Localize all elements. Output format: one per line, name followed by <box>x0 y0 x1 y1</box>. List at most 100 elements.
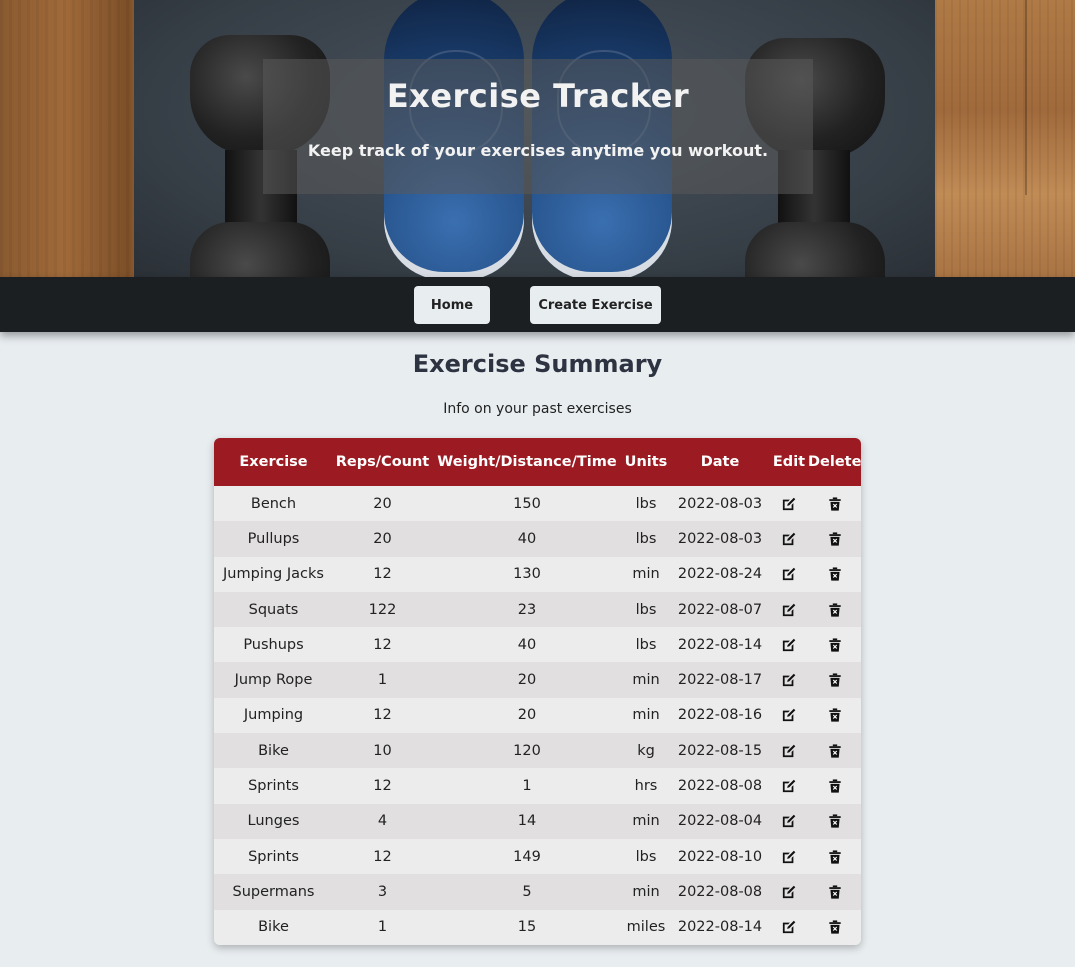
cell-reps: 20 <box>333 486 432 522</box>
cell-weight: 40 <box>432 627 622 663</box>
cell-delete <box>808 838 861 875</box>
page-title: Exercise Tracker <box>386 77 690 115</box>
cell-date: 2022-08-17 <box>670 662 770 698</box>
cell-reps: 20 <box>333 521 432 557</box>
cell-delete <box>808 591 861 628</box>
edit-icon[interactable] <box>782 814 796 828</box>
cell-weight: 120 <box>432 733 622 769</box>
cell-delete <box>808 909 861 945</box>
edit-icon[interactable] <box>782 497 796 511</box>
hero-panel: Exercise Tracker Keep track of your exer… <box>263 59 813 194</box>
trash-icon[interactable] <box>828 708 842 722</box>
cell-exercise: Bike <box>214 909 333 945</box>
cell-reps: 12 <box>333 838 432 875</box>
edit-icon[interactable] <box>782 532 796 546</box>
trash-icon[interactable] <box>828 602 842 617</box>
edit-icon[interactable] <box>782 885 796 899</box>
trash-icon[interactable] <box>828 567 842 581</box>
trash-icon[interactable] <box>828 920 842 934</box>
cell-edit <box>770 733 808 769</box>
cell-units: min <box>622 874 670 910</box>
column-header-weight: Weight/Distance/Time <box>432 438 622 486</box>
cell-delete <box>808 697 861 734</box>
cell-edit <box>770 627 808 663</box>
trash-icon[interactable] <box>828 638 842 652</box>
cell-date: 2022-08-03 <box>670 521 770 557</box>
cell-edit <box>770 768 808 804</box>
column-header-delete: Delete <box>808 438 861 486</box>
create-exercise-button[interactable]: Create Exercise <box>530 286 661 324</box>
table-row: Jumping 12 20 min 2022-08-16 <box>214 697 861 734</box>
trash-icon[interactable] <box>828 532 842 546</box>
cell-exercise: Bench <box>214 486 333 522</box>
edit-icon[interactable] <box>782 744 796 758</box>
table-row: Pullups 20 40 lbs 2022-08-03 <box>214 521 861 557</box>
cell-units: miles <box>622 909 670 945</box>
table-header-row: Exercise Reps/Count Weight/Distance/Time… <box>214 438 861 486</box>
cell-edit <box>770 591 808 628</box>
table-row: Bench 20 150 lbs 2022-08-03 <box>214 486 861 522</box>
column-header-edit: Edit <box>770 438 808 486</box>
cell-date: 2022-08-10 <box>670 838 770 875</box>
cell-delete <box>808 768 861 804</box>
column-header-date: Date <box>670 438 770 486</box>
edit-icon[interactable] <box>782 567 796 581</box>
cell-delete <box>808 803 861 839</box>
cell-reps: 4 <box>333 803 432 839</box>
cell-date: 2022-08-16 <box>670 697 770 734</box>
trash-icon[interactable] <box>828 779 842 793</box>
cell-weight: 15 <box>432 909 622 945</box>
home-button[interactable]: Home <box>414 286 490 324</box>
edit-icon[interactable] <box>782 603 796 617</box>
table-row: Pushups 12 40 lbs 2022-08-14 <box>214 627 861 663</box>
cell-reps: 12 <box>333 627 432 663</box>
column-header-reps: Reps/Count <box>333 438 432 486</box>
cell-date: 2022-08-15 <box>670 733 770 769</box>
cell-delete <box>808 874 861 910</box>
edit-icon[interactable] <box>782 850 796 864</box>
cell-exercise: Sprints <box>214 838 333 875</box>
cell-weight: 23 <box>432 591 622 628</box>
cell-weight: 14 <box>432 803 622 839</box>
cell-date: 2022-08-14 <box>670 627 770 663</box>
table-row: Lunges 4 14 min 2022-08-04 <box>214 803 861 839</box>
edit-icon[interactable] <box>782 779 796 793</box>
nav-bar: Home Create Exercise <box>0 277 1075 332</box>
cell-weight: 150 <box>432 486 622 522</box>
cell-exercise: Lunges <box>214 803 333 839</box>
cell-edit <box>770 521 808 557</box>
cell-edit <box>770 486 808 522</box>
edit-icon[interactable] <box>782 673 796 687</box>
cell-exercise: Pushups <box>214 627 333 663</box>
edit-icon[interactable] <box>782 638 796 652</box>
table-row: Sprints 12 1 hrs 2022-08-08 <box>214 768 861 804</box>
cell-units: lbs <box>622 486 670 522</box>
edit-icon[interactable] <box>782 708 796 722</box>
cell-edit <box>770 697 808 734</box>
trash-icon[interactable] <box>828 673 842 687</box>
exercise-table-container: Exercise Reps/Count Weight/Distance/Time… <box>214 438 861 945</box>
trash-icon[interactable] <box>828 497 842 511</box>
trash-icon[interactable] <box>828 744 842 758</box>
cell-units: hrs <box>622 768 670 804</box>
summary-title: Exercise Summary <box>412 350 663 378</box>
cell-reps: 122 <box>333 591 432 628</box>
trash-icon[interactable] <box>828 885 842 899</box>
cell-date: 2022-08-08 <box>670 768 770 804</box>
table-row: Squats 122 23 lbs 2022-08-07 <box>214 591 861 628</box>
cell-reps: 12 <box>333 697 432 734</box>
trash-icon[interactable] <box>828 850 842 864</box>
cell-units: kg <box>622 733 670 769</box>
cell-delete <box>808 521 861 557</box>
cell-units: min <box>622 662 670 698</box>
cell-weight: 20 <box>432 662 622 698</box>
cell-exercise: Pullups <box>214 521 333 557</box>
cell-units: lbs <box>622 627 670 663</box>
cell-units: lbs <box>622 521 670 557</box>
cell-weight: 20 <box>432 697 622 734</box>
edit-icon[interactable] <box>782 920 796 934</box>
cell-weight: 149 <box>432 838 622 875</box>
cell-edit <box>770 838 808 875</box>
cell-edit <box>770 803 808 839</box>
trash-icon[interactable] <box>828 814 842 828</box>
